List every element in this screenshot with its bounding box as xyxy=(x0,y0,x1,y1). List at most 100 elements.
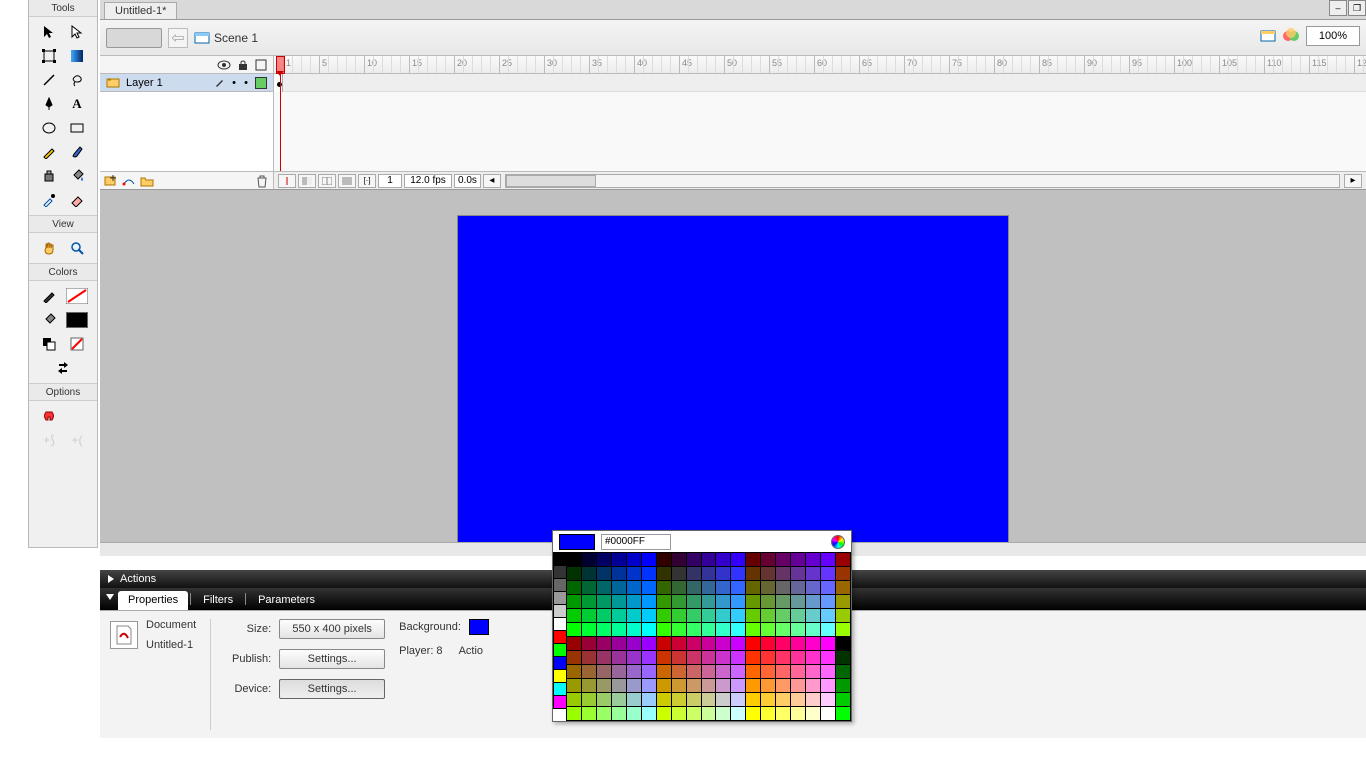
color-cell[interactable] xyxy=(730,608,746,623)
color-cell[interactable] xyxy=(596,566,612,581)
color-cell[interactable] xyxy=(745,664,761,679)
ink-bottle-tool[interactable] xyxy=(36,165,62,187)
color-cell[interactable] xyxy=(596,692,612,707)
color-cell[interactable] xyxy=(701,636,717,651)
color-cell[interactable] xyxy=(596,622,612,637)
color-cell[interactable] xyxy=(775,636,791,651)
color-cell[interactable] xyxy=(686,552,702,567)
color-cell[interactable] xyxy=(715,650,731,665)
color-cell[interactable] xyxy=(805,622,821,637)
color-cell[interactable] xyxy=(775,692,791,707)
color-cell[interactable] xyxy=(596,678,612,693)
color-cell[interactable] xyxy=(745,566,761,581)
color-cell[interactable] xyxy=(701,664,717,679)
color-cell[interactable] xyxy=(596,650,612,665)
color-cell[interactable] xyxy=(820,622,836,637)
color-cell[interactable] xyxy=(596,580,612,595)
subselection-tool[interactable] xyxy=(64,21,90,43)
color-cell[interactable] xyxy=(835,650,851,665)
keyframe[interactable] xyxy=(274,74,283,92)
color-cell[interactable] xyxy=(596,552,612,567)
color-cell[interactable] xyxy=(820,580,836,595)
color-cell[interactable] xyxy=(820,678,836,693)
center-frame-button[interactable] xyxy=(278,174,296,188)
color-cell[interactable] xyxy=(656,608,672,623)
color-cell[interactable] xyxy=(626,678,642,693)
color-cell[interactable] xyxy=(686,608,702,623)
color-cell[interactable] xyxy=(775,706,791,721)
color-cell[interactable] xyxy=(641,622,657,637)
publish-settings-button[interactable]: Settings... xyxy=(279,649,385,669)
color-cell[interactable] xyxy=(553,552,567,566)
color-cell[interactable] xyxy=(553,630,567,644)
color-cell[interactable] xyxy=(581,706,597,721)
color-cell[interactable] xyxy=(760,622,776,637)
color-cell[interactable] xyxy=(790,664,806,679)
color-cell[interactable] xyxy=(775,608,791,623)
color-cell[interactable] xyxy=(686,692,702,707)
color-cell[interactable] xyxy=(701,608,717,623)
color-cell[interactable] xyxy=(820,594,836,609)
tab-filters[interactable]: Filters xyxy=(193,591,243,610)
color-cell[interactable] xyxy=(760,706,776,721)
color-cell[interactable] xyxy=(805,650,821,665)
delete-layer-button[interactable] xyxy=(255,174,269,188)
color-cell[interactable] xyxy=(553,578,567,592)
color-cell[interactable] xyxy=(686,566,702,581)
color-cell[interactable] xyxy=(760,692,776,707)
color-cell[interactable] xyxy=(701,594,717,609)
color-cell[interactable] xyxy=(820,706,836,721)
color-cell[interactable] xyxy=(760,552,776,567)
edit-symbols-icon[interactable] xyxy=(1282,28,1300,44)
color-cell[interactable] xyxy=(701,678,717,693)
color-cell[interactable] xyxy=(566,650,582,665)
color-cell[interactable] xyxy=(730,706,746,721)
color-cell[interactable] xyxy=(611,594,627,609)
lock-icon[interactable] xyxy=(237,59,249,71)
color-cell[interactable] xyxy=(715,566,731,581)
color-cell[interactable] xyxy=(553,617,567,631)
color-cell[interactable] xyxy=(790,622,806,637)
color-cell[interactable] xyxy=(820,664,836,679)
color-cell[interactable] xyxy=(715,580,731,595)
color-cell[interactable] xyxy=(760,636,776,651)
color-cell[interactable] xyxy=(730,566,746,581)
color-cell[interactable] xyxy=(566,552,582,567)
color-cell[interactable] xyxy=(626,664,642,679)
color-cell[interactable] xyxy=(581,552,597,567)
color-cell[interactable] xyxy=(596,594,612,609)
color-cell[interactable] xyxy=(581,608,597,623)
color-cell[interactable] xyxy=(611,678,627,693)
color-cell[interactable] xyxy=(715,594,731,609)
color-cell[interactable] xyxy=(581,594,597,609)
color-cell[interactable] xyxy=(775,650,791,665)
color-cell[interactable] xyxy=(671,636,687,651)
restore-button[interactable]: ❐ xyxy=(1348,0,1366,16)
color-cell[interactable] xyxy=(775,580,791,595)
color-cell[interactable] xyxy=(671,580,687,595)
color-cell[interactable] xyxy=(671,622,687,637)
scroll-right-button[interactable]: ▸ xyxy=(1344,174,1362,188)
color-cell[interactable] xyxy=(701,692,717,707)
color-cell[interactable] xyxy=(686,650,702,665)
color-cell[interactable] xyxy=(686,706,702,721)
color-cell[interactable] xyxy=(745,692,761,707)
color-cell[interactable] xyxy=(566,622,582,637)
color-cell[interactable] xyxy=(730,552,746,567)
document-tab[interactable]: Untitled-1* xyxy=(104,2,177,19)
color-cell[interactable] xyxy=(641,594,657,609)
zoom-level[interactable]: 100% xyxy=(1306,26,1360,46)
color-cell[interactable] xyxy=(641,636,657,651)
hand-tool[interactable] xyxy=(36,237,62,259)
stage-viewport[interactable] xyxy=(100,190,1366,556)
edit-multiple-frames-button[interactable] xyxy=(338,174,356,188)
color-cell[interactable] xyxy=(701,706,717,721)
color-cell[interactable] xyxy=(715,706,731,721)
rectangle-tool[interactable] xyxy=(64,117,90,139)
color-cell[interactable] xyxy=(805,706,821,721)
color-cell[interactable] xyxy=(715,552,731,567)
selection-tool[interactable] xyxy=(36,21,62,43)
color-cell[interactable] xyxy=(835,706,851,721)
color-cell[interactable] xyxy=(701,622,717,637)
frame-row[interactable] xyxy=(274,74,1366,92)
